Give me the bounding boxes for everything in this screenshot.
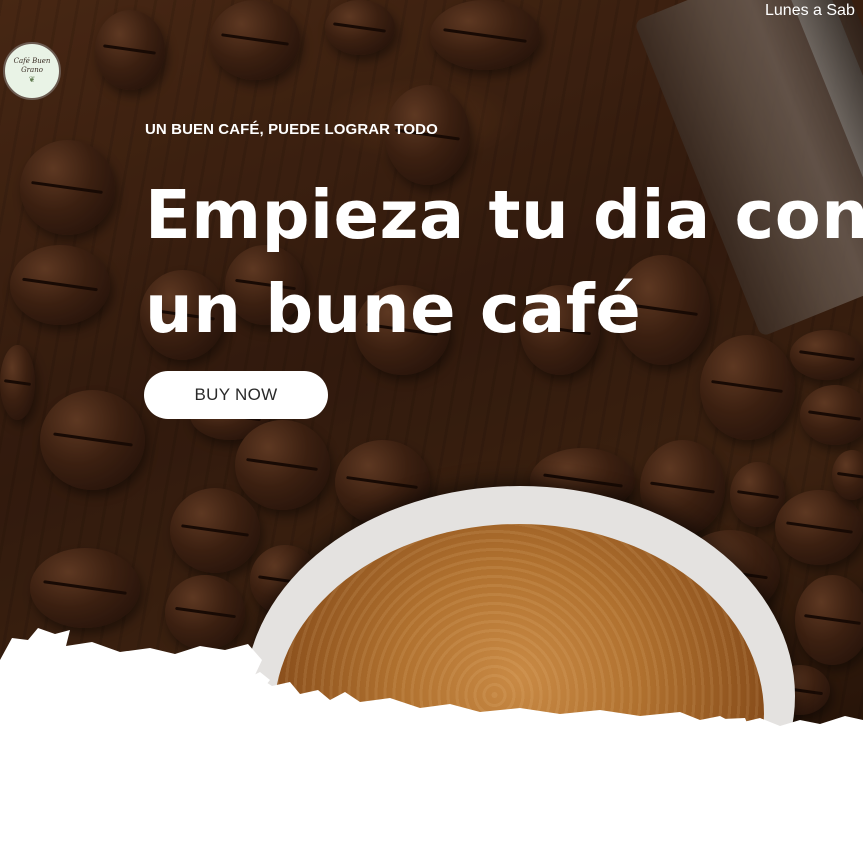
buy-now-button[interactable]: BUY NOW xyxy=(144,371,328,419)
headline-line-1: Empieza tu dia con xyxy=(145,176,863,254)
torn-paper-divider xyxy=(0,628,863,863)
logo-text: Café Buen Grano xyxy=(13,57,51,74)
headline-line-2: un bune café xyxy=(145,270,642,348)
opening-hours: Lunes a Sab xyxy=(765,2,855,19)
hero-kicker: UN BUEN CAFÉ, PUEDE LOGRAR TODO xyxy=(145,121,438,138)
coffee-leaf-icon: ❦ xyxy=(28,75,36,84)
brand-logo[interactable]: Café Buen Grano ❦ xyxy=(3,42,61,100)
hero-headline: Empieza tu dia con un bune café xyxy=(145,168,863,356)
